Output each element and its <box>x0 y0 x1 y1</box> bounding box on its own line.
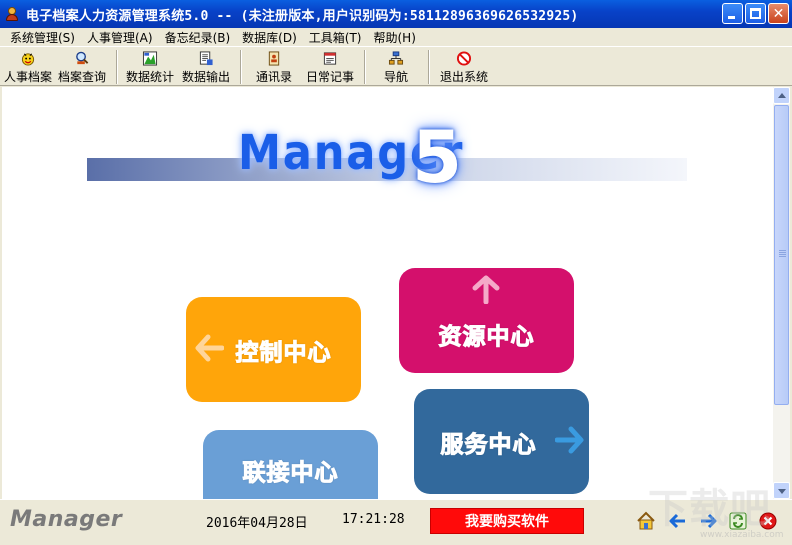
service-center-tile[interactable]: 服务中心 <box>414 389 589 494</box>
exit-system-button[interactable]: 退出系统 <box>438 49 490 85</box>
file-search-label: 档案查询 <box>57 70 106 84</box>
address-book-icon <box>268 51 280 66</box>
navigate-button[interactable]: 导航 <box>378 49 414 85</box>
minimize-icon <box>728 16 735 19</box>
maximize-icon <box>750 8 761 19</box>
banner-version-number: 5 <box>412 115 463 199</box>
status-date: 2016年04月28日 <box>206 516 308 531</box>
toolbar: 人事档案 档案查询 数据统计 数据输出 通讯录 日常记事 导航 退出系统 <box>0 46 792 86</box>
scroll-down-button[interactable] <box>773 482 790 499</box>
watermark-logo: 下载吧 <box>648 486 771 532</box>
status-time: 17:21:28 <box>342 512 405 527</box>
up-triangle-icon <box>778 93 786 98</box>
network-tree-icon <box>388 51 404 65</box>
left-arrow-icon <box>195 334 224 362</box>
smiley-face-icon <box>21 53 35 66</box>
close-x-icon: ✕ <box>772 6 785 22</box>
data-stats-label: 数据统计 <box>125 70 174 84</box>
menu-memo[interactable]: 备忘纪录(B) <box>159 29 237 46</box>
no-entry-icon <box>456 51 472 66</box>
file-search-button[interactable]: 档案查询 <box>56 49 108 85</box>
right-arrow-icon <box>555 426 584 454</box>
control-center-label: 控制中心 <box>235 339 332 366</box>
daily-notes-button[interactable]: 日常记事 <box>304 49 356 85</box>
toolbar-separator <box>428 50 430 84</box>
menu-system[interactable]: 系统管理(S) <box>4 29 81 46</box>
scroll-up-button[interactable] <box>773 87 790 104</box>
menu-personnel[interactable]: 人事管理(A) <box>81 29 159 46</box>
vertical-scrollbar[interactable] <box>773 87 790 499</box>
status-manager-logo: Manager <box>10 507 123 532</box>
contacts-button[interactable]: 通讯录 <box>252 49 296 85</box>
maximize-button[interactable] <box>745 3 766 24</box>
menu-tools[interactable]: 工具箱(T) <box>303 29 368 46</box>
close-window-button[interactable]: ✕ <box>768 3 789 24</box>
menu-database[interactable]: 数据库(D) <box>236 29 303 46</box>
buy-software-button[interactable]: 我要购买软件 <box>430 508 584 534</box>
menu-bar: 系统管理(S) 人事管理(A) 备忘纪录(B) 数据库(D) 工具箱(T) 帮助… <box>0 28 792 46</box>
link-center-label: 联接中心 <box>242 459 339 486</box>
personnel-file-button[interactable]: 人事档案 <box>2 49 54 85</box>
daily-notes-label: 日常记事 <box>305 70 354 84</box>
minimize-button[interactable] <box>722 3 743 24</box>
watermark-url: www.xiazaiba.com <box>700 530 784 540</box>
toolbar-separator <box>116 50 118 84</box>
navigate-label: 导航 <box>383 70 408 84</box>
title-bar[interactable]: 电子档案人力资源管理系统5.0 -- (未注册版本,用户识别码为:5811289… <box>0 0 792 28</box>
document-export-icon <box>199 51 213 66</box>
resource-center-label: 资源中心 <box>438 323 535 350</box>
toolbar-separator <box>364 50 366 84</box>
data-stats-button[interactable]: 数据统计 <box>124 49 176 85</box>
up-arrow-icon <box>472 275 500 304</box>
data-export-button[interactable]: 数据输出 <box>180 49 232 85</box>
main-content: Manager 5 控制中心 资源中心 服务中心 联接中心 <box>2 87 773 499</box>
contacts-label: 通讯录 <box>255 70 292 84</box>
app-person-icon <box>4 6 20 22</box>
down-triangle-icon <box>778 489 786 494</box>
personnel-file-label: 人事档案 <box>3 70 52 84</box>
service-center-label: 服务中心 <box>440 431 537 458</box>
exit-system-label: 退出系统 <box>439 70 488 84</box>
app-window: 电子档案人力资源管理系统5.0 -- (未注册版本,用户识别码为:5811289… <box>0 0 792 545</box>
resource-center-tile[interactable]: 资源中心 <box>399 268 574 373</box>
window-title: 电子档案人力资源管理系统5.0 -- (未注册版本,用户识别码为:5811289… <box>26 8 579 24</box>
chart-picture-icon <box>142 51 158 66</box>
calendar-note-icon <box>323 52 337 65</box>
control-center-tile[interactable]: 控制中心 <box>186 297 361 402</box>
toolbar-separator <box>240 50 242 84</box>
scroll-thumb[interactable] <box>774 105 789 405</box>
data-export-label: 数据输出 <box>181 70 230 84</box>
menu-help[interactable]: 帮助(H) <box>367 29 421 46</box>
link-center-tile[interactable]: 联接中心 <box>203 430 378 499</box>
magnifier-icon <box>76 51 89 65</box>
